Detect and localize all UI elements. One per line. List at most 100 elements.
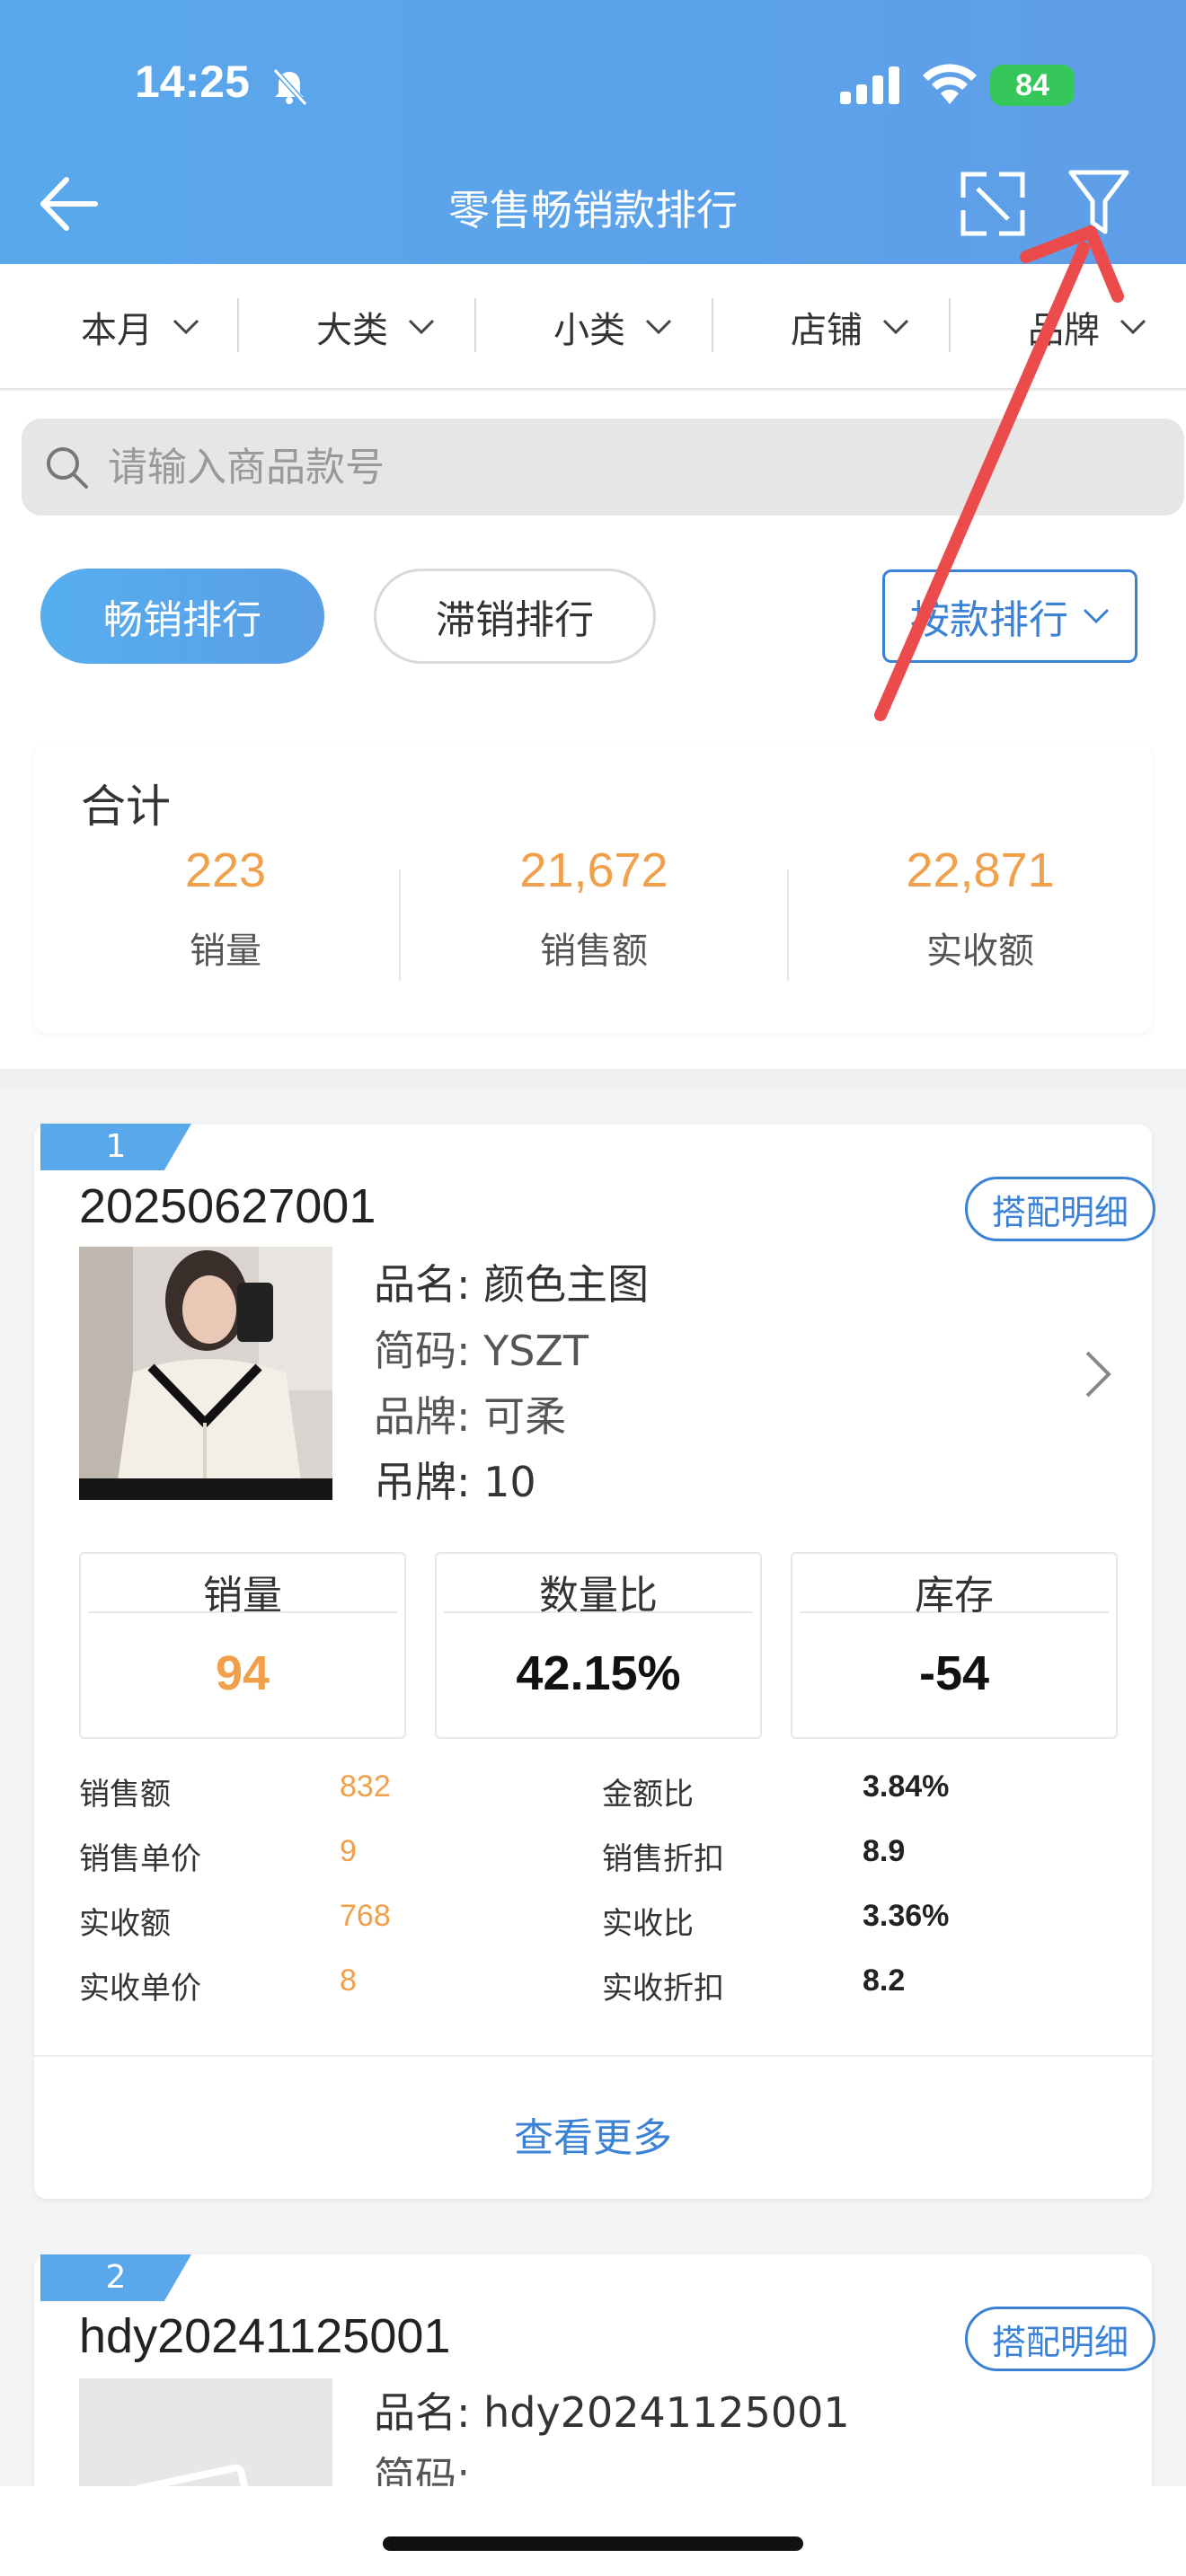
divider <box>399 869 401 981</box>
summary-sales: 21,672 销售额 <box>408 842 780 974</box>
product-name-row: 品名: 颜色主图 <box>374 1252 649 1311</box>
chevron-down-icon <box>1120 319 1146 335</box>
detail-label: 销售额 <box>79 1777 171 1813</box>
bell-off-icon <box>272 67 308 106</box>
filter-category-label: 大类 <box>316 310 388 351</box>
product-brand-value: 可柔 <box>483 1392 567 1441</box>
search-area <box>0 392 1186 540</box>
battery-indicator: 84 <box>990 65 1075 106</box>
stat-inventory-value: -54 <box>918 1646 990 1700</box>
product-image[interactable] <box>79 1247 332 1500</box>
summary-received: 22,871 实收额 <box>794 842 1166 974</box>
divider <box>237 298 239 352</box>
detail-label: 实收比 <box>602 1906 694 1942</box>
product-shortcode-value: YSZT <box>483 1327 589 1375</box>
summary-sales-label: 销售额 <box>540 931 648 972</box>
search-input[interactable] <box>108 444 1096 490</box>
detail-label: 实收额 <box>79 1906 171 1942</box>
filter-store[interactable]: 店铺 <box>791 300 909 354</box>
sort-dropdown[interactable]: 按款排行 <box>882 569 1137 663</box>
detail-value: 832 <box>340 1769 391 1804</box>
divider <box>787 869 789 981</box>
detail-value: 3.84% <box>863 1769 950 1804</box>
filter-bar: 本月 大类 小类 店铺 品牌 <box>0 264 1186 390</box>
detail-value: 8.2 <box>863 1963 906 1998</box>
filter-funnel-icon[interactable] <box>1066 167 1132 237</box>
detail-label: 金额比 <box>602 1777 694 1813</box>
summary-quantity-value: 223 <box>184 843 267 897</box>
product-brand-key: 品牌: <box>374 1392 471 1441</box>
cellular-signal-icon <box>840 66 899 104</box>
detail-value: 3.36% <box>863 1899 950 1933</box>
product-brand-row: 品牌: 可柔 <box>374 1384 566 1443</box>
wifi-icon <box>923 64 977 104</box>
summary-quantity-label: 销量 <box>190 931 261 972</box>
stat-quantity-ratio-value: 42.15% <box>516 1646 681 1700</box>
collocation-detail-button[interactable]: 搭配明细 <box>965 1177 1155 1241</box>
stat-quantity-value: 94 <box>215 1646 270 1700</box>
product-photo <box>79 1247 332 1500</box>
collocation-detail-button[interactable]: 搭配明细 <box>965 2307 1155 2371</box>
detail-label: 实收折扣 <box>602 1971 724 2007</box>
summary-title: 合计 <box>81 781 171 833</box>
product-tag-price-value: 10 <box>483 1458 536 1506</box>
search-box <box>22 419 1184 516</box>
chevron-down-icon <box>645 319 672 335</box>
filter-subcategory-label: 小类 <box>553 310 625 351</box>
product-name-value: hdy20241125001 <box>483 2388 850 2437</box>
product-name-key: 品名: <box>374 2388 471 2437</box>
detail-value: 768 <box>340 1899 391 1933</box>
chevron-down-icon <box>173 319 199 335</box>
divider <box>712 298 713 352</box>
summary-received-value: 22,871 <box>906 843 1055 897</box>
chevron-down-icon <box>1083 608 1110 624</box>
stat-quantity-label: 销量 <box>88 1554 397 1619</box>
section-separator <box>0 1069 1186 1089</box>
product-name-row: 品名: hdy20241125001 <box>374 2380 850 2439</box>
product-shortcode-row: 简码: YSZT <box>374 1319 589 1378</box>
divider <box>949 298 951 352</box>
home-indicator <box>383 2536 803 2551</box>
product-name-value: 颜色主图 <box>483 1260 650 1309</box>
stat-inventory-label: 库存 <box>800 1554 1109 1619</box>
divider <box>474 298 476 352</box>
detail-label: 销售折扣 <box>602 1841 724 1877</box>
summary-sales-value: 21,672 <box>519 843 668 897</box>
detail-value: 8 <box>340 1963 357 1998</box>
product-code: 20250627001 <box>79 1179 376 1233</box>
chevron-down-icon <box>882 319 909 335</box>
filter-subcategory[interactable]: 小类 <box>553 300 672 354</box>
detail-label: 实收单价 <box>79 1971 201 2007</box>
filter-category[interactable]: 大类 <box>316 300 435 354</box>
product-name-key: 品名: <box>374 1260 471 1309</box>
tab-hot-ranking[interactable]: 畅销排行 <box>40 569 324 664</box>
chevron-down-icon <box>408 319 435 335</box>
filter-period[interactable]: 本月 <box>81 300 199 354</box>
divider <box>34 2055 1152 2057</box>
view-more-link[interactable]: 查看更多 <box>0 2105 1186 2163</box>
stat-inventory: 库存 -54 <box>791 1552 1118 1739</box>
summary-received-label: 实收额 <box>926 931 1034 972</box>
detail-value: 8.9 <box>863 1834 906 1868</box>
filter-store-label: 店铺 <box>791 310 863 351</box>
tab-slow-ranking[interactable]: 滞销排行 <box>374 569 656 664</box>
bottom-bar <box>0 2486 1186 2576</box>
product-shortcode-key: 简码: <box>374 1327 471 1375</box>
filter-brand[interactable]: 品牌 <box>1028 300 1146 354</box>
chevron-right-icon[interactable] <box>1080 1347 1116 1401</box>
filter-brand-label: 品牌 <box>1028 310 1100 351</box>
sort-label: 按款排行 <box>910 597 1068 643</box>
status-time: 14:25 <box>135 57 250 107</box>
stat-quantity-ratio: 数量比 42.15% <box>435 1552 762 1739</box>
product-tag-price-row: 吊牌: 10 <box>374 1450 536 1509</box>
product-tag-price-key: 吊牌: <box>374 1458 471 1506</box>
summary-card: 合计 223 销量 21,672 销售额 22,871 实收额 <box>34 744 1152 1033</box>
scan-icon[interactable] <box>960 171 1026 237</box>
stat-quantity: 销量 94 <box>79 1552 406 1739</box>
detail-value: 9 <box>340 1834 357 1868</box>
app-header: 14:25 84 零售畅销款排行 <box>0 0 1186 264</box>
product-code: hdy20241125001 <box>79 2309 451 2363</box>
search-icon <box>47 447 88 489</box>
filter-period-label: 本月 <box>81 310 153 351</box>
stat-quantity-ratio-label: 数量比 <box>444 1554 753 1619</box>
